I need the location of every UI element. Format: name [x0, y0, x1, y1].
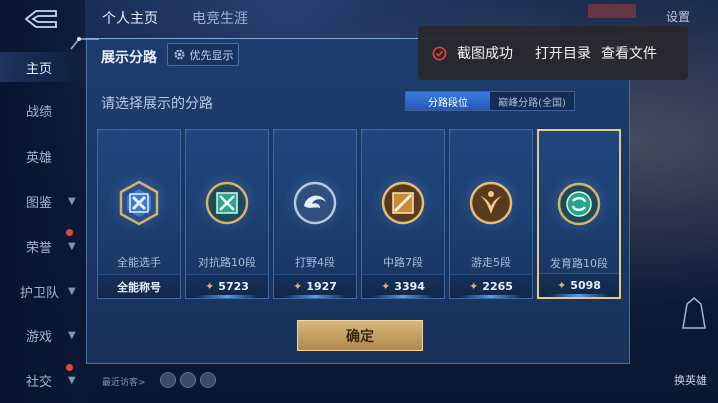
score-label: 全能称号: [117, 280, 161, 294]
jungle-badge-icon: [293, 181, 337, 225]
sidebar-item-label: 英雄: [26, 150, 53, 166]
sidebar-item-label: 社交: [26, 374, 53, 390]
rank-star-icon: ✦: [381, 280, 391, 293]
sidebar-item-label: 护卫队: [20, 285, 60, 301]
score-glow: [549, 294, 609, 297]
view-file-link[interactable]: 查看文件: [601, 43, 657, 63]
segment-toggle: 分路段位 巅峰分路(全国): [405, 91, 575, 111]
recent-visitors-link[interactable]: 最近访客>: [102, 375, 146, 388]
clash-lane-badge-icon: [205, 181, 249, 225]
screenshot-toast: 截图成功 打开目录 查看文件: [418, 26, 688, 80]
score-glow: [460, 295, 522, 298]
dialog-title: 展示分路: [101, 50, 157, 66]
allround-badge-icon: [119, 180, 159, 226]
segment-lane-rank[interactable]: 分路段位: [406, 92, 490, 110]
avatar[interactable]: [200, 372, 216, 388]
sidebar-item-record[interactable]: 战绩: [0, 95, 85, 125]
score-label: 1927: [306, 280, 337, 293]
score-label: 5098: [570, 279, 601, 292]
score-glow: [284, 295, 346, 298]
lane-card-jungle[interactable]: 打野4段 ✦ 1927: [273, 129, 357, 299]
left-sidebar: 主页 战绩 英雄 图鉴 ▼ 荣誉 ▼ 护卫队 ▼ 游戏 ▼ 社交 ▼: [0, 0, 85, 403]
sidebar-item-codex[interactable]: 图鉴 ▼: [0, 186, 85, 216]
score-label: 2265: [482, 280, 513, 293]
check-circle-icon: [432, 46, 447, 60]
sidebar-item-honor[interactable]: 荣誉 ▼: [0, 231, 85, 261]
chevron-down-icon: ▼: [68, 240, 76, 252]
sidebar-item-label: 图鉴: [26, 195, 53, 211]
sidebar-item-game[interactable]: 游戏 ▼: [0, 320, 85, 350]
sidebar-item-label: 荣誉: [26, 240, 53, 256]
notification-dot: [66, 364, 73, 371]
lane-card-clash[interactable]: 对抗路10段 ✦ 5723: [185, 129, 269, 299]
avatar[interactable]: [160, 372, 176, 388]
lane-card-name: 全能选手: [117, 256, 161, 269]
score-label: 3394: [394, 280, 425, 293]
tab-esports[interactable]: 电竞生涯: [192, 8, 248, 28]
segment-peak-lane[interactable]: 巅峰分路(全国): [490, 92, 574, 110]
chevron-down-icon: ▼: [68, 285, 76, 297]
toast-message: 截图成功: [457, 46, 513, 62]
farm-lane-badge-icon: [557, 182, 601, 226]
sidebar-item-label: 主页: [26, 61, 53, 77]
lane-display-dialog: 展示分路 优先显示 请选择展示的分路 分路段位 巅峰分路(全国) 全能选手 全能…: [70, 37, 630, 364]
change-hero-button[interactable]: 换英雄: [674, 372, 707, 388]
rank-star-icon: ✦: [469, 280, 479, 293]
avatar[interactable]: [180, 372, 196, 388]
sidebar-item-guard[interactable]: 护卫队 ▼: [0, 276, 85, 306]
corner-ornament-icon: [70, 37, 99, 50]
rank-star-icon: ✦: [205, 280, 215, 293]
sidebar-item-label: 战绩: [26, 104, 53, 120]
lane-card-name: 游走5段: [471, 256, 511, 269]
lane-card-mid[interactable]: 中路7段 ✦ 3394: [361, 129, 445, 299]
notification-dot: [66, 229, 73, 236]
lane-card-farm[interactable]: 发育路10段 ✦ 5098: [537, 129, 621, 299]
lane-card-score: 全能称号: [98, 274, 180, 298]
lane-card-name: 打野4段: [295, 256, 335, 269]
score-glow: [196, 295, 258, 298]
priority-display-label: 优先显示: [189, 48, 234, 62]
chevron-down-icon: ▼: [68, 329, 76, 341]
status-chip: [588, 4, 636, 18]
dialog-subtitle: 请选择展示的分路: [101, 96, 213, 112]
confirm-button[interactable]: 确定: [297, 320, 423, 351]
priority-display-button[interactable]: 优先显示: [167, 43, 239, 66]
open-folder-link[interactable]: 打开目录: [535, 43, 591, 63]
lane-card-name: 发育路10段: [550, 257, 608, 270]
score-label: 5723: [218, 280, 249, 293]
back-logo-icon[interactable]: [22, 8, 60, 30]
chevron-down-icon: ▼: [68, 195, 76, 207]
lane-card-allround[interactable]: 全能选手 全能称号: [97, 129, 181, 299]
lane-card-name: 中路7段: [383, 256, 423, 269]
chevron-down-icon: ▼: [68, 374, 76, 386]
sidebar-item-heroes[interactable]: 英雄: [0, 141, 85, 171]
tab-profile[interactable]: 个人主页: [102, 8, 158, 28]
rank-star-icon: ✦: [557, 279, 567, 292]
sidebar-item-label: 游戏: [26, 329, 53, 345]
lane-card-roam[interactable]: 游走5段 ✦ 2265: [449, 129, 533, 299]
settings-button[interactable]: 设置: [666, 8, 690, 25]
hero-portrait-icon: [682, 297, 706, 329]
roam-badge-icon: [469, 181, 513, 225]
score-glow: [372, 295, 434, 298]
lane-card-name: 对抗路10段: [198, 256, 256, 269]
rank-star-icon: ✦: [293, 280, 303, 293]
sidebar-item-home[interactable]: 主页: [0, 52, 85, 82]
gear-icon: [173, 49, 185, 60]
mid-lane-badge-icon: [381, 181, 425, 225]
